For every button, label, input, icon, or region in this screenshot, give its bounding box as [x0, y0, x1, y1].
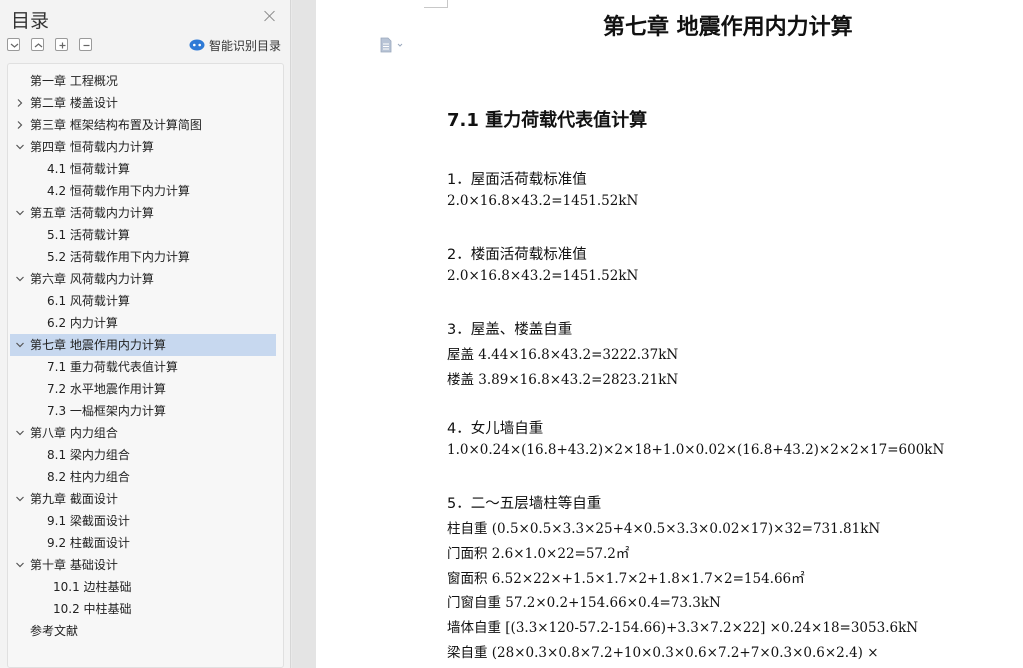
- body-line: 1.0×0.24×(16.8+43.2)×2×18+1.0×0.02×(16.8…: [447, 442, 945, 458]
- toc-item-label: 第五章 活荷载内力计算: [30, 206, 154, 220]
- toc-list: 第一章 工程概况 第二章 楼盖设计第三章 框架结构布置及计算简图 第四章 恒荷载内力…: [7, 63, 284, 668]
- toc-title: 目录: [11, 10, 50, 32]
- body-line: 屋盖 4.44×16.8×43.2=3222.37kN: [447, 347, 679, 363]
- block-heading: 5．二～五层墙柱等自重: [447, 496, 602, 512]
- toc-item-label: 第九章 截面设计: [30, 492, 118, 506]
- toc-item[interactable]: 4.1 恒荷载计算: [10, 158, 276, 180]
- toc-pane: 目录 智能识别目录 第一章 工程概况 第二章 楼盖设计第三章 框架结构布置及计算简…: [0, 0, 291, 668]
- toc-item[interactable]: 5.2 活荷载作用下内力计算: [10, 246, 276, 268]
- toc-item-label: 8.1 梁内力组合: [47, 448, 130, 462]
- plus-icon: [59, 42, 66, 49]
- toc-item-label: 6.2 内力计算: [47, 316, 118, 330]
- smart-recognize-icon: [189, 39, 205, 51]
- toc-item-label: 7.1 重力荷载代表值计算: [47, 360, 178, 374]
- toc-item-label: 5.2 活荷载作用下内力计算: [47, 250, 190, 264]
- close-icon[interactable]: [262, 8, 278, 24]
- body-line: 墙体自重 [(3.3×120-57.2-154.66)+3.3×7.2×22] …: [447, 620, 919, 637]
- toc-item-label: 5.1 活荷载计算: [47, 228, 130, 242]
- body-line: 窗面积 6.52×22×+1.5×1.7×2+1.8×1.7×2=154.66㎡: [447, 570, 805, 587]
- chevron-up-icon: [34, 43, 43, 48]
- toc-item[interactable]: 10.1 边柱基础: [10, 576, 276, 598]
- document-page[interactable]: 第七章 地震作用内力计算 7.1 重力荷载代表值计算 1．屋面活荷载标准值 2.0…: [316, 0, 1023, 668]
- toc-item[interactable]: 第九章 截面设计: [10, 488, 276, 510]
- toc-item[interactable]: 第二章 楼盖设计: [10, 92, 276, 114]
- toc-item[interactable]: 第八章 内力组合: [10, 422, 276, 444]
- block-heading: 4．女儿墙自重: [447, 421, 544, 437]
- chevron-right-icon[interactable]: [15, 98, 25, 108]
- chevron-right-icon[interactable]: [15, 120, 25, 130]
- add-heading-button[interactable]: [55, 38, 68, 51]
- block-heading: 2．楼面活荷载标准值: [447, 247, 587, 263]
- body-line: 楼盖 3.89×16.8×43.2=2823.21kN: [447, 371, 679, 388]
- toc-item[interactable]: 5.1 活荷载计算: [10, 224, 276, 246]
- minus-icon: [83, 44, 90, 47]
- toc-item[interactable]: 参考文献: [10, 620, 276, 642]
- toc-item[interactable]: 9.2 柱截面设计: [10, 532, 276, 554]
- toc-item[interactable]: 7.2 水平地震作用计算: [10, 378, 276, 400]
- block-heading: 1．屋面活荷载标准值: [447, 172, 587, 188]
- body-line: 2.0×16.8×43.2=1451.52kN: [447, 268, 639, 284]
- body-line: 柱自重 (0.5×0.5×3.3×25+4×0.5×3.3×0.02×17)×3…: [447, 521, 881, 537]
- remove-heading-button[interactable]: [79, 38, 92, 51]
- toc-item[interactable]: 7.3 一榀框架内力计算: [10, 400, 276, 422]
- toc-item-label: 4.1 恒荷载计算: [47, 162, 130, 176]
- toc-item[interactable]: 8.2 柱内力组合: [10, 466, 276, 488]
- toc-item-label: 第十章 基础设计: [30, 558, 118, 572]
- toc-item-label: 6.1 风荷载计算: [47, 294, 130, 308]
- toc-item-label: 第七章 地震作用内力计算: [30, 338, 166, 352]
- chevron-down-icon[interactable]: [15, 560, 25, 570]
- collapse-all-button[interactable]: [31, 38, 44, 51]
- smart-toc-button[interactable]: 智能识别目录: [189, 36, 281, 54]
- chevron-down-icon[interactable]: [15, 494, 25, 504]
- chapter-title: 第七章 地震作用内力计算: [603, 15, 853, 40]
- toc-item[interactable]: 第十章 基础设计: [10, 554, 276, 576]
- toc-item-label: 10.2 中柱基础: [53, 602, 132, 616]
- toc-item-label: 10.1 边柱基础: [53, 580, 132, 594]
- toc-item[interactable]: 6.2 内力计算: [10, 312, 276, 334]
- document-menu-icon[interactable]: [380, 37, 404, 53]
- toc-item-label: 第二章 楼盖设计: [30, 96, 118, 110]
- toc-item-label: 4.2 恒荷载作用下内力计算: [47, 184, 190, 198]
- chevron-down-icon[interactable]: [15, 340, 25, 350]
- toc-item-label: 7.2 水平地震作用计算: [47, 382, 166, 396]
- page-corner-mark: [424, 0, 448, 8]
- body-line: 2.0×16.8×43.2=1451.52kN: [447, 193, 639, 209]
- toc-item[interactable]: 第一章 工程概况: [10, 70, 276, 92]
- toc-item[interactable]: 10.2 中柱基础: [10, 598, 276, 620]
- toc-item[interactable]: 第五章 活荷载内力计算: [10, 202, 276, 224]
- toc-item[interactable]: 第六章 风荷载内力计算: [10, 268, 276, 290]
- body-line: 门面积 2.6×1.0×22=57.2㎡: [447, 545, 630, 562]
- body-line: 门窗自重 57.2×0.2+154.66×0.4=73.3kN: [447, 595, 721, 612]
- toc-item[interactable]: 第三章 框架结构布置及计算简图: [10, 114, 276, 136]
- section-title: 7.1 重力荷载代表值计算: [447, 110, 648, 131]
- toc-item-label: 第四章 恒荷载内力计算: [30, 140, 154, 154]
- toc-item-label: 第八章 内力组合: [30, 426, 118, 440]
- chevron-down-icon: [10, 43, 19, 48]
- chevron-down-icon[interactable]: [15, 208, 25, 218]
- chevron-down-icon[interactable]: [15, 428, 25, 438]
- toc-item[interactable]: 第七章 地震作用内力计算: [10, 334, 276, 356]
- block-heading: 3．屋盖、楼盖自重: [447, 322, 573, 338]
- toc-item[interactable]: 7.1 重力荷载代表值计算: [10, 356, 276, 378]
- pane-divider[interactable]: [292, 0, 316, 668]
- toc-item-label: 第一章 工程概况: [30, 74, 118, 88]
- toc-item[interactable]: 4.2 恒荷载作用下内力计算: [10, 180, 276, 202]
- smart-toc-label: 智能识别目录: [209, 38, 282, 53]
- expand-all-button[interactable]: [7, 38, 20, 51]
- toc-item-label: 第六章 风荷载内力计算: [30, 272, 154, 286]
- toc-item[interactable]: 9.1 梁截面设计: [10, 510, 276, 532]
- toc-item-label: 第三章 框架结构布置及计算简图: [30, 118, 202, 132]
- toc-item-label: 8.2 柱内力组合: [47, 470, 130, 484]
- toc-item-label: 7.3 一榀框架内力计算: [47, 404, 166, 418]
- toc-item[interactable]: 8.1 梁内力组合: [10, 444, 276, 466]
- chevron-down-icon[interactable]: [15, 274, 25, 284]
- toc-item-label: 9.2 柱截面设计: [47, 536, 130, 550]
- toc-item[interactable]: 第四章 恒荷载内力计算: [10, 136, 276, 158]
- chevron-down-icon[interactable]: [15, 142, 25, 152]
- body-line: 梁自重 (28×0.3×0.8×7.2+10×0.3×0.6×7.2+7×0.3…: [447, 645, 879, 661]
- toc-item[interactable]: 6.1 风荷载计算: [10, 290, 276, 312]
- toc-item-label: 9.1 梁截面设计: [47, 514, 130, 528]
- toc-item-label: 参考文献: [30, 624, 79, 638]
